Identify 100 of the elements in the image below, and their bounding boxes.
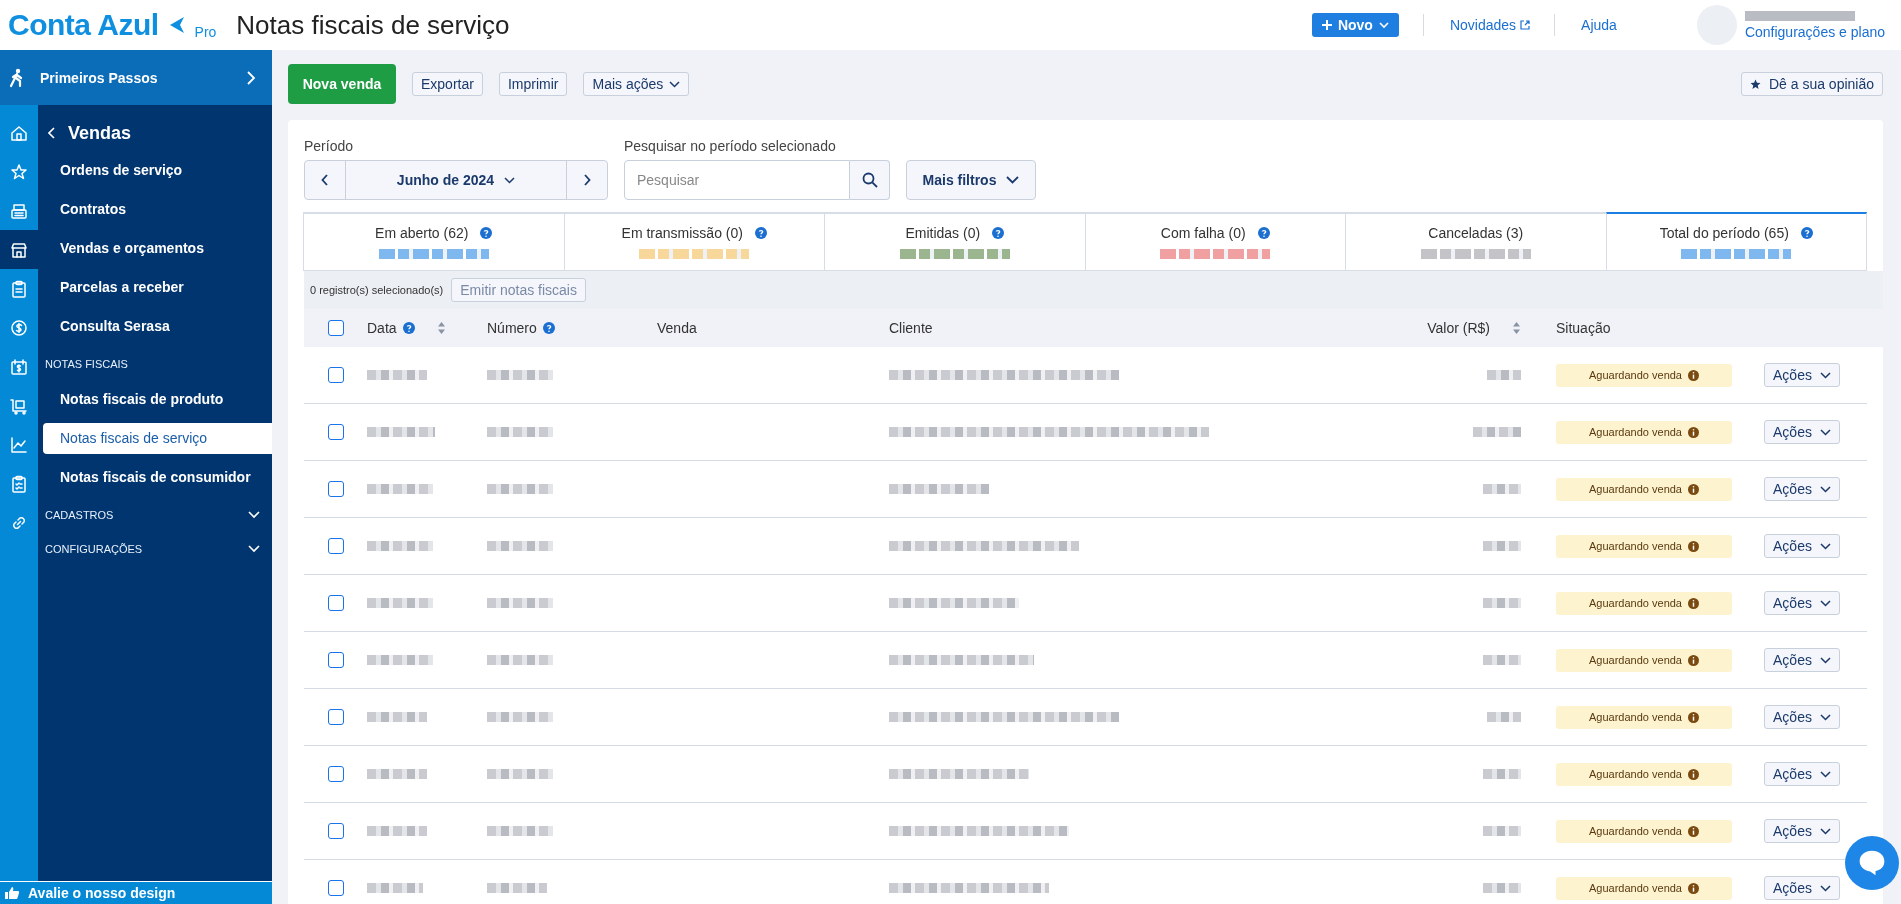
status-label: Aguardando venda <box>1589 825 1682 837</box>
row-checkbox[interactable] <box>327 652 344 668</box>
status-label: Aguardando venda <box>1589 483 1682 495</box>
info-icon <box>1688 597 1699 609</box>
column-header: Valor (R$) <box>1427 320 1490 336</box>
redacted-text <box>367 883 423 893</box>
redacted-text <box>367 655 433 665</box>
status-tab[interactable]: Em transmissão (0) <box>563 212 825 271</box>
caret-icon <box>1819 371 1831 379</box>
onboarding-bar[interactable]: Primeiros Passos <box>0 50 272 105</box>
feedback-bar[interactable]: Avalie o nosso design <box>0 881 272 904</box>
caret-icon <box>1378 21 1389 29</box>
row-checkbox[interactable] <box>327 595 344 611</box>
row-checkbox[interactable] <box>327 766 344 782</box>
row-checkbox[interactable] <box>327 481 344 497</box>
back-link[interactable]: Vendas <box>38 115 272 151</box>
status-tab[interactable]: Emitidas (0) <box>824 212 1086 271</box>
search-field[interactable]: Pesquisar <box>624 160 850 200</box>
onboarding-label: Primeiros Passos <box>40 69 159 86</box>
row-checkbox[interactable] <box>327 424 344 440</box>
field-label: Período <box>304 138 355 154</box>
status-tab[interactable]: Em aberto (62) <box>303 212 565 271</box>
redacted-text <box>1483 826 1521 836</box>
redacted-text <box>1483 655 1521 665</box>
period-dropdown[interactable]: Junho de 2024 <box>345 161 567 199</box>
select-all-checkbox[interactable] <box>327 320 344 336</box>
actions-dropdown[interactable]: Ações <box>1764 363 1840 387</box>
caret-icon <box>1819 884 1831 892</box>
actions-dropdown[interactable]: Ações <box>1764 420 1840 444</box>
status-label: Aguardando venda <box>1589 369 1682 381</box>
redacted-text <box>487 769 553 779</box>
line-chart-icon <box>9 434 29 455</box>
row-checkbox[interactable] <box>327 823 344 839</box>
status-tab[interactable]: Total do período (65) <box>1605 212 1867 271</box>
plus-icon <box>1321 20 1332 30</box>
row-checkbox[interactable] <box>327 367 344 383</box>
nav-item[interactable]: Consulta Serasa <box>43 311 272 342</box>
caret-icon <box>1819 827 1831 835</box>
status-label: Aguardando venda <box>1589 597 1682 609</box>
toolbar-button[interactable]: Imprimir <box>498 72 568 96</box>
actions-dropdown[interactable]: Ações <box>1764 648 1840 672</box>
caret-icon <box>669 80 681 88</box>
caret-icon <box>1819 599 1831 607</box>
header-link[interactable]: Novidades <box>1449 17 1531 33</box>
actions-dropdown[interactable]: Ações <box>1764 762 1840 786</box>
redacted-text <box>367 370 427 380</box>
redacted-text <box>367 427 435 437</box>
group-toggle[interactable]: CONFIGURAÇÕES <box>38 533 272 565</box>
row-checkbox[interactable] <box>327 709 344 725</box>
redacted-text <box>367 484 433 494</box>
nav-item[interactable]: Contratos <box>43 194 272 225</box>
caret-icon <box>1819 656 1831 664</box>
sort-icon[interactable] <box>1512 321 1521 335</box>
nav-item[interactable]: Vendas e orçamentos <box>43 233 272 264</box>
actions-dropdown[interactable]: Ações <box>1764 477 1840 501</box>
account-settings-link[interactable]: Configurações e plano <box>1744 23 1885 40</box>
tab-label: Total do período (65) <box>1659 225 1789 241</box>
group-toggle[interactable]: CADASTROS <box>38 499 272 531</box>
status-label: Aguardando venda <box>1589 540 1682 552</box>
more-actions-dropdown[interactable]: Mais ações <box>583 72 690 96</box>
toolbar-button[interactable]: Exportar <box>412 72 483 96</box>
more-filters-button[interactable]: Mais filtros <box>906 160 1036 200</box>
nav-item[interactable]: Notas fiscais de consumidor <box>43 462 272 493</box>
actions-dropdown[interactable]: Ações <box>1764 534 1840 558</box>
header-link[interactable]: Ajuda <box>1581 17 1617 33</box>
nav-item[interactable]: Ordens de serviço <box>43 155 272 186</box>
row-checkbox[interactable] <box>327 880 344 896</box>
caret-icon <box>1819 542 1831 550</box>
redacted-text <box>367 826 427 836</box>
caret-icon <box>1819 485 1831 493</box>
actions-dropdown[interactable]: Ações <box>1764 876 1840 900</box>
selection-count: 0 registro(s) selecionado(s) <box>310 284 444 296</box>
actions-dropdown[interactable]: Ações <box>1764 705 1840 729</box>
thumbs-up-icon <box>4 886 20 900</box>
redacted-text <box>487 883 547 893</box>
new-button[interactable]: Novo <box>1311 13 1399 37</box>
new-sale-button[interactable]: Nova venda <box>288 64 396 104</box>
row-checkbox[interactable] <box>327 538 344 554</box>
status-label: Aguardando venda <box>1589 654 1682 666</box>
group-heading: NOTAS FISCAIS <box>44 357 129 372</box>
tab-label: Emitidas (0) <box>905 225 981 241</box>
nav-item[interactable]: Notas fiscais de serviço <box>43 423 272 454</box>
status-tab[interactable]: Canceladas (3) <box>1345 212 1607 271</box>
feedback-button[interactable]: Dê a sua opinião <box>1740 72 1883 96</box>
info-icon <box>1688 825 1699 837</box>
status-tab[interactable]: Com falha (0) <box>1084 212 1346 271</box>
star-icon <box>1749 78 1761 90</box>
redacted-text <box>487 541 553 551</box>
search-button[interactable] <box>850 160 890 200</box>
redacted-text <box>1473 427 1521 437</box>
actions-dropdown[interactable]: Ações <box>1764 591 1840 615</box>
caret-icon <box>1819 428 1831 436</box>
sort-icon[interactable] <box>436 321 446 335</box>
column-header: Número <box>487 320 537 336</box>
actions-dropdown[interactable]: Ações <box>1764 819 1840 843</box>
nav-item[interactable]: Parcelas a receber <box>43 272 272 303</box>
column-header: Data <box>367 320 397 336</box>
nav-item[interactable]: Notas fiscais de produto <box>43 384 272 415</box>
chevron-left-icon <box>321 174 329 186</box>
redacted-text <box>367 598 433 608</box>
